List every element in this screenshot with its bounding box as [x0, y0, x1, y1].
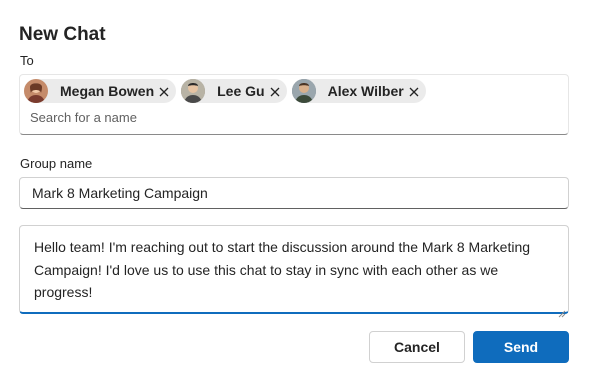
group-name-input[interactable] [19, 177, 569, 209]
avatar [24, 79, 48, 103]
search-input[interactable] [30, 110, 430, 125]
recipient-chip-alex-wilber[interactable]: Alex Wilber [291, 79, 426, 103]
recipient-chips: Megan Bowen Lee Gu Alex Wilber [24, 79, 426, 103]
resize-handle-icon[interactable] [558, 302, 566, 318]
recipient-name: Lee Gu [217, 83, 265, 99]
recipient-chip-megan-bowen[interactable]: Megan Bowen [24, 79, 177, 103]
close-icon[interactable] [158, 85, 170, 97]
message-text: Hello team! I'm reaching out to start th… [34, 239, 531, 300]
send-button[interactable]: Send [473, 331, 569, 363]
avatar [291, 79, 316, 103]
cancel-button[interactable]: Cancel [369, 331, 465, 363]
avatar [181, 79, 206, 103]
to-label: To [20, 53, 34, 68]
group-name-label: Group name [20, 156, 93, 171]
close-icon[interactable] [269, 85, 281, 97]
close-icon[interactable] [408, 85, 420, 97]
recipient-name: Megan Bowen [60, 83, 155, 99]
recipients-field[interactable]: Megan Bowen Lee Gu Alex Wilber [19, 74, 569, 135]
dialog-title: New Chat [19, 24, 106, 45]
recipient-chip-lee-gu[interactable]: Lee Gu [181, 79, 287, 103]
recipient-name: Alex Wilber [327, 83, 404, 99]
message-textarea[interactable]: Hello team! I'm reaching out to start th… [19, 225, 569, 318]
